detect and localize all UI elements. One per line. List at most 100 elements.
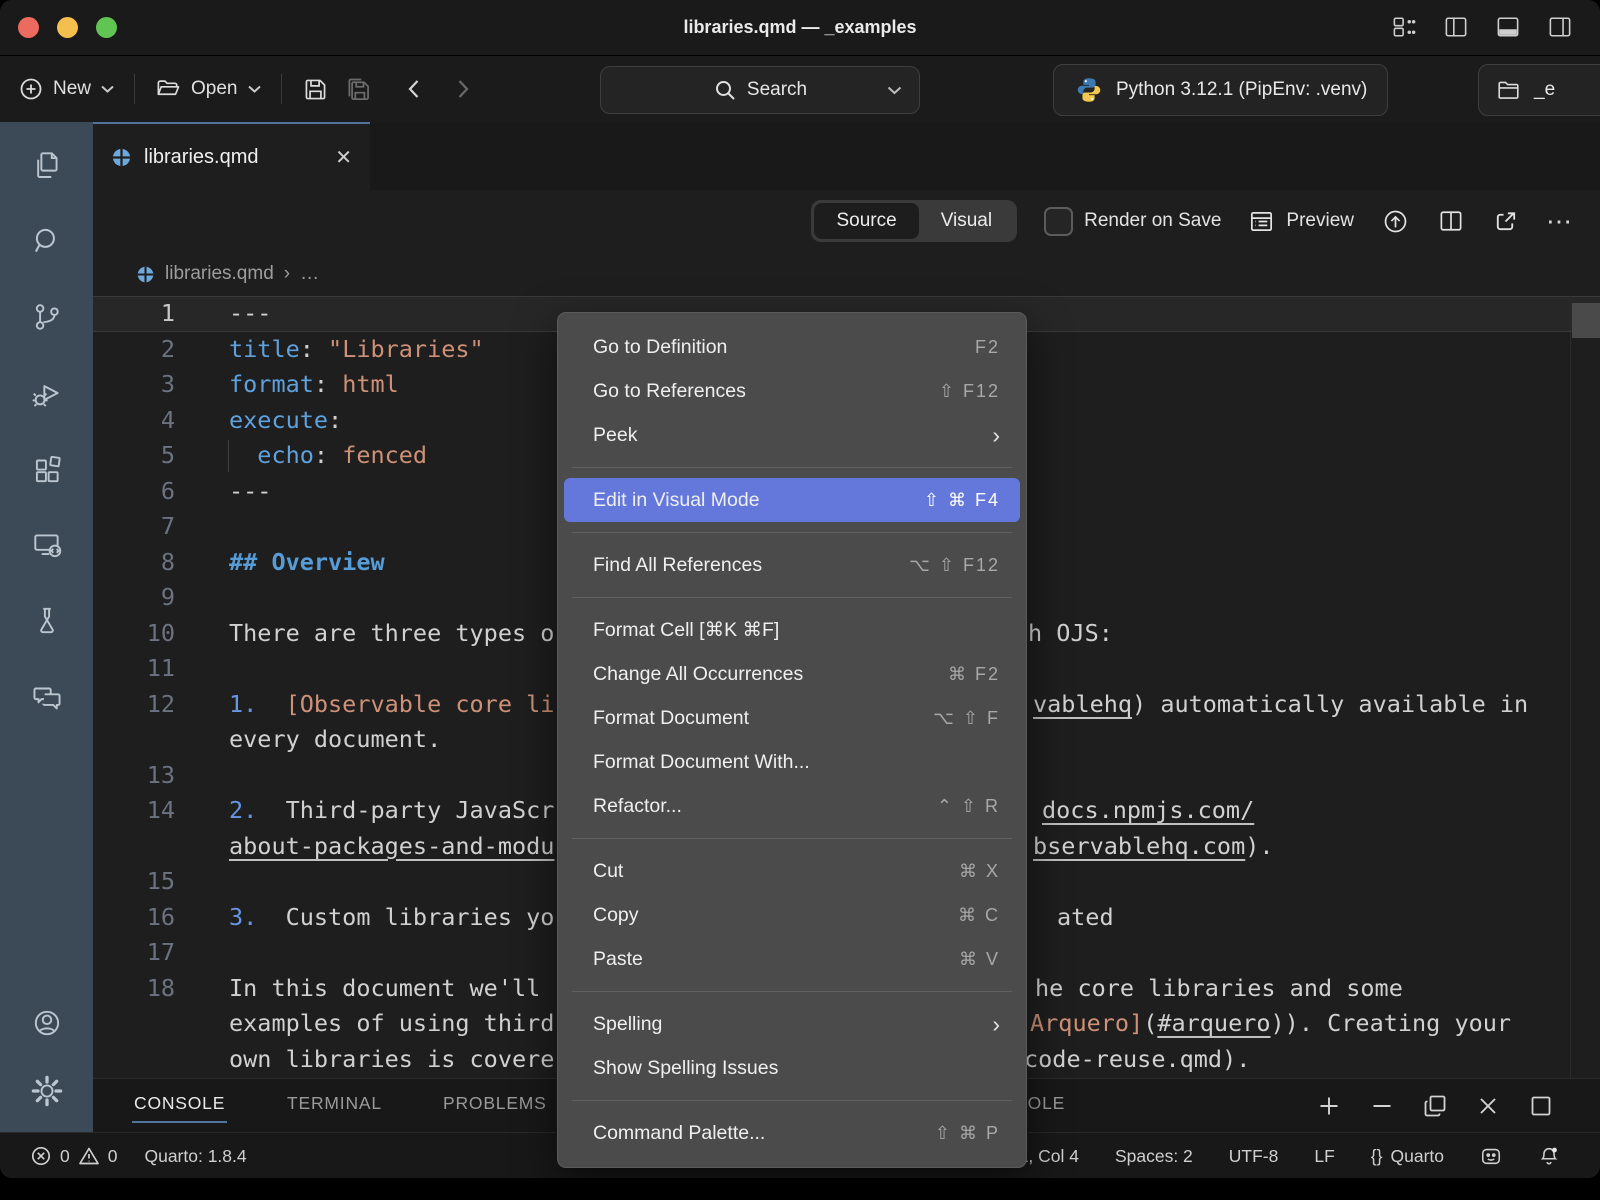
open-external-icon[interactable] [1492,208,1519,235]
menu-item-peek[interactable]: Peek› [564,413,1020,457]
publish-icon[interactable] [1381,207,1410,236]
menu-item-refactor[interactable]: Refactor...⌃ ⇧ R [564,784,1020,828]
menu-item-copy[interactable]: Copy⌘ C [564,893,1020,937]
preview-button[interactable]: Preview [1248,208,1354,235]
account-icon[interactable] [30,1006,64,1040]
language-mode-status[interactable]: {} Quarto [1371,1146,1444,1167]
menu-item-format-document-with[interactable]: Format Document With... [564,740,1020,784]
chevron-down-icon[interactable] [886,85,903,96]
folder-icon [1495,77,1522,104]
menu-item-edit-in-visual-mode[interactable]: Edit in Visual Mode⇧ ⌘ F4 [564,478,1020,522]
testing-icon[interactable] [30,604,64,638]
feedback-smiley-icon[interactable] [1480,1145,1502,1167]
breadcrumb-separator-icon: › [284,263,290,285]
menu-item-cut[interactable]: Cut⌘ X [564,849,1020,893]
editor-scrollbar[interactable] [1572,303,1600,338]
maximize-panel-icon[interactable] [1528,1093,1554,1119]
menu-item-format-cell-k-f[interactable]: Format Cell [⌘K ⌘F] [564,608,1020,652]
menu-separator [572,1100,1012,1101]
save-icon[interactable] [301,75,330,104]
customize-layout-icon[interactable] [1390,13,1418,41]
titlebar-layout-controls [1390,13,1574,41]
line-number: 2 [93,332,175,368]
shortcut-hint: ⌘ F2 [948,664,1000,685]
search-input[interactable]: Search [600,66,920,114]
warning-icon [78,1145,100,1167]
workspace-label: _e [1534,79,1555,101]
menu-item-show-spelling-issues[interactable]: Show Spelling Issues [564,1046,1020,1090]
overview-ruler-divider [1570,296,1571,1078]
search-icon[interactable] [30,224,64,258]
close-panel-icon[interactable] [1475,1093,1501,1119]
shortcut-hint: ⌥ ⇧ F12 [909,555,1000,576]
circle-plus-icon [18,76,44,102]
save-all-icon[interactable] [343,74,374,105]
menu-item-spelling[interactable]: Spelling› [564,1002,1020,1046]
editor-tabstrip: libraries.qmd ✕ [93,122,1600,190]
shortcut-hint: ⌥ ⇧ F [933,708,1000,729]
breadcrumb[interactable]: libraries.qmd › … [93,252,1600,296]
visual-mode-button[interactable]: Visual [919,203,1014,239]
settings-gear-icon[interactable] [30,1074,64,1108]
render-on-save-label: Render on Save [1084,210,1221,232]
encoding-status[interactable]: UTF-8 [1229,1146,1279,1167]
source-control-icon[interactable] [30,300,64,334]
line-number: 17 [93,935,175,971]
editor-toolbar: Source Visual Render on Save Preview ⋯ [93,190,1600,252]
run-debug-icon[interactable] [30,376,64,410]
line-number: 6 [93,474,175,510]
split-editor-icon[interactable] [1437,207,1465,235]
line-number: 14 [93,793,175,829]
extensions-icon[interactable] [30,452,64,486]
menu-item-command-palette[interactable]: Command Palette...⇧ ⌘ P [564,1111,1020,1155]
submenu-chevron-icon: › [992,425,1000,445]
more-actions-icon[interactable]: ⋯ [1546,206,1574,237]
close-tab-icon[interactable]: ✕ [335,145,352,170]
titlebar: libraries.qmd — _examples [0,0,1600,56]
remote-explorer-icon[interactable] [30,528,64,562]
workspace-button[interactable]: _e [1478,64,1600,116]
indentation-status[interactable]: Spaces: 2 [1115,1146,1193,1167]
menu-item-paste[interactable]: Paste⌘ V [564,937,1020,981]
menu-item-find-all-references[interactable]: Find All References⌥ ⇧ F12 [564,543,1020,587]
context-menu: Go to DefinitionF2Go to References⇧ F12P… [557,312,1027,1168]
breadcrumb-file[interactable]: libraries.qmd [165,263,274,285]
plus-icon[interactable] [1316,1093,1342,1119]
explorer-icon[interactable] [30,148,64,182]
restore-panel-icon[interactable] [1422,1093,1448,1119]
navigate-forward-icon[interactable] [452,76,474,102]
comments-icon[interactable] [30,680,64,714]
eol-status[interactable]: LF [1314,1146,1334,1167]
toggle-secondary-sidebar-icon[interactable] [1546,13,1574,41]
toggle-primary-sidebar-icon[interactable] [1442,13,1470,41]
open-folder-icon [154,75,182,103]
notifications-bell-icon[interactable] [1538,1145,1560,1167]
menu-item-format-document[interactable]: Format Document⌥ ⇧ F [564,696,1020,740]
shortcut-hint: ⇧ F12 [939,381,1000,402]
toggle-panel-icon[interactable] [1494,13,1522,41]
menu-item-change-all-occurrences[interactable]: Change All Occurrences⌘ F2 [564,652,1020,696]
quarto-version-status[interactable]: Quarto: 1.8.4 [144,1146,246,1167]
error-icon [30,1145,52,1167]
panel-tab-terminal[interactable]: TERMINAL [287,1093,382,1114]
shortcut-hint: ⌃ ⇧ R [937,796,1000,817]
braces-icon: {} [1371,1146,1383,1167]
line-number: 16 [93,900,175,936]
menu-item-go-to-definition[interactable]: Go to DefinitionF2 [564,325,1020,369]
open-button[interactable]: Open [154,75,261,103]
line-number: 15 [93,864,175,900]
source-mode-button[interactable]: Source [814,203,918,239]
line-number: 5 [93,438,175,474]
minus-icon[interactable] [1369,1093,1395,1119]
interpreter-selector[interactable]: Python 3.12.1 (PipEnv: .venv) [1053,64,1388,116]
render-on-save-checkbox[interactable] [1044,207,1073,236]
breadcrumb-ellipsis[interactable]: … [300,263,319,285]
panel-tab-console[interactable]: CONSOLE [134,1093,225,1114]
new-button[interactable]: New [18,76,115,102]
navigate-back-icon[interactable] [403,76,425,102]
problems-status[interactable]: 0 0 [30,1145,117,1167]
panel-tab-problems[interactable]: PROBLEMS [443,1093,547,1114]
menu-separator [572,532,1012,533]
tab-libraries-qmd[interactable]: libraries.qmd ✕ [93,122,370,190]
menu-item-go-to-references[interactable]: Go to References⇧ F12 [564,369,1020,413]
